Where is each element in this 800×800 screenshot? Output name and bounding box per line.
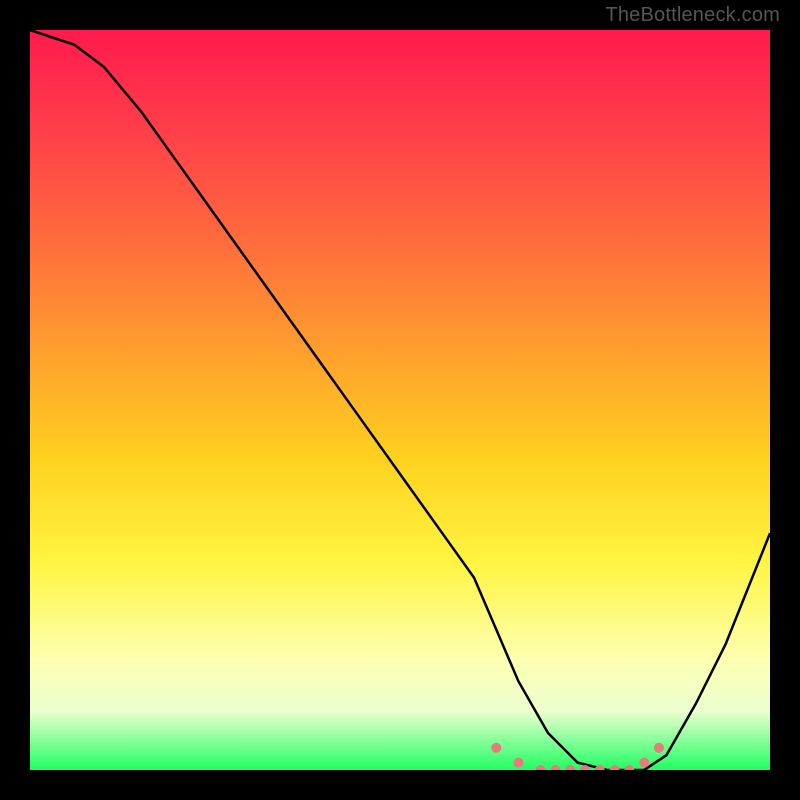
highlight-dot (550, 765, 560, 770)
highlight-dot (610, 765, 620, 770)
highlight-dot (624, 765, 634, 770)
watermark-text: TheBottleneck.com (605, 4, 780, 27)
highlight-dot (654, 743, 664, 753)
highlight-dots (491, 743, 664, 770)
plot-area (30, 30, 770, 770)
highlight-dot (536, 765, 546, 770)
highlight-dot (595, 765, 605, 770)
curve-svg (30, 30, 770, 770)
highlight-dot (565, 765, 575, 770)
bottleneck-curve (30, 30, 770, 770)
highlight-dot (491, 743, 501, 753)
highlight-dot (639, 758, 649, 768)
highlight-dot (513, 758, 523, 768)
chart-stage: TheBottleneck.com (0, 0, 800, 800)
